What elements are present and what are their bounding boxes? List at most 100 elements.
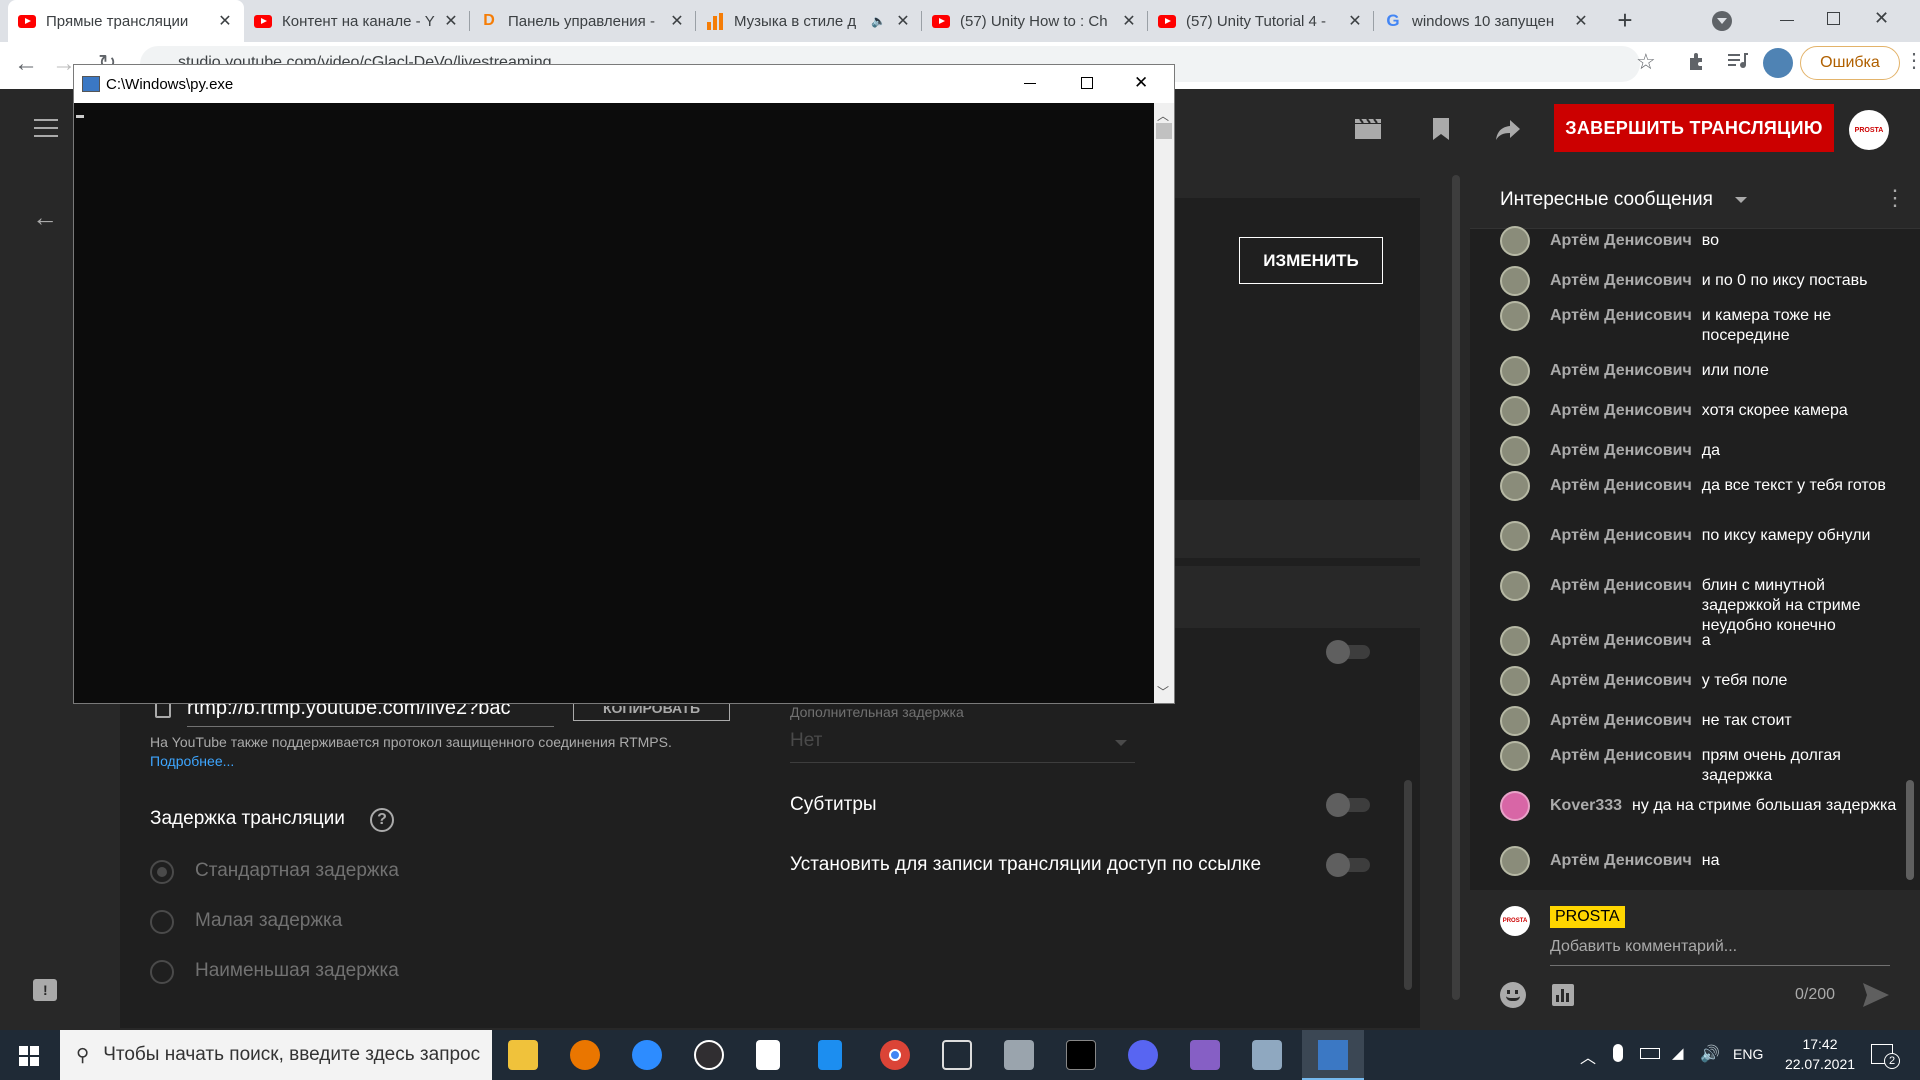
emoji-icon[interactable] xyxy=(1500,982,1526,1008)
tab-search-icon[interactable] xyxy=(1712,11,1732,31)
bookmark-icon[interactable] xyxy=(1432,117,1450,141)
extensions-icon[interactable] xyxy=(1686,50,1708,72)
console-output[interactable] xyxy=(74,103,1154,703)
maximize-icon[interactable] xyxy=(1081,77,1093,89)
key-visibility-icon[interactable] xyxy=(155,702,171,718)
message-author: Артём Денисович xyxy=(1550,362,1692,379)
back-icon[interactable]: ← xyxy=(14,50,38,78)
obs-icon[interactable] xyxy=(694,1040,724,1070)
network-icon[interactable]: ◢ xyxy=(1672,1044,1684,1062)
chat-more-icon[interactable]: ⋮ xyxy=(1884,185,1906,211)
close-tab-icon[interactable]: ✕ xyxy=(442,11,460,31)
volume-icon[interactable]: 🔊 xyxy=(1700,1044,1720,1064)
close-tab-icon[interactable]: ✕ xyxy=(1572,11,1590,31)
chrome-icon[interactable] xyxy=(880,1040,910,1070)
console-window[interactable]: C:\Windows\py.exe ✕ ︿ ﹀ xyxy=(73,64,1175,704)
zoom-icon[interactable] xyxy=(632,1040,662,1070)
message-text: не так стоит xyxy=(1701,712,1792,729)
radio-low-latency[interactable] xyxy=(150,910,174,934)
minimize-icon[interactable] xyxy=(1780,20,1794,21)
close-tab-icon[interactable]: ✕ xyxy=(1120,11,1138,31)
tab-live[interactable]: Прямые трансляции ✕ xyxy=(8,0,244,42)
tray-expand-icon[interactable]: ︿ xyxy=(1580,1044,1596,1068)
language-indicator[interactable]: ENG xyxy=(1733,1046,1763,1062)
close-icon[interactable]: ✕ xyxy=(1134,73,1148,93)
notepad-icon[interactable] xyxy=(818,1040,842,1070)
notification-icon[interactable]: 2 xyxy=(1871,1044,1900,1069)
close-window-icon[interactable]: ✕ xyxy=(1874,8,1889,29)
new-tab-button[interactable]: + xyxy=(1610,6,1640,36)
clock[interactable]: 17:42 22.07.2021 xyxy=(1780,1036,1860,1072)
extra-delay-select[interactable]: Нет xyxy=(790,730,1135,763)
unity-icon[interactable] xyxy=(1066,1040,1096,1070)
comment-input[interactable]: Добавить комментарий... xyxy=(1550,938,1890,966)
profile-avatar[interactable] xyxy=(1763,48,1793,78)
battery-icon[interactable] xyxy=(1640,1048,1660,1059)
help-icon[interactable]: ? xyxy=(370,808,394,832)
feedback-icon[interactable]: ! xyxy=(33,979,57,1001)
page-scrollbar[interactable] xyxy=(1452,175,1460,1000)
tab-title: Музыка в стиле д xyxy=(734,12,857,30)
dvr-toggle[interactable] xyxy=(1326,640,1370,664)
chat-mode-dropdown-icon[interactable] xyxy=(1735,197,1747,203)
back-arrow-icon[interactable]: ← xyxy=(32,202,58,233)
end-stream-button[interactable]: ЗАВЕРШИТЬ ТРАНСЛЯЦИЮ xyxy=(1554,104,1834,152)
chat-message: Артём Денисович да xyxy=(1500,436,1900,466)
discord-icon[interactable] xyxy=(1128,1040,1158,1070)
app-icon[interactable] xyxy=(1004,1040,1034,1070)
console-titlebar[interactable]: C:\Windows\py.exe ✕ xyxy=(74,65,1174,103)
speaker-icon[interactable]: 🔈 xyxy=(871,14,886,28)
visual-studio-icon[interactable] xyxy=(1190,1040,1220,1070)
remote-desktop-icon[interactable] xyxy=(1252,1040,1282,1070)
unlisted-toggle[interactable] xyxy=(1326,853,1370,877)
hamburger-menu-icon[interactable] xyxy=(34,119,58,137)
python-taskbar-item[interactable] xyxy=(1302,1030,1364,1080)
send-icon[interactable] xyxy=(1862,982,1890,1008)
bookmark-star-icon[interactable]: ☆ xyxy=(1636,49,1656,75)
subtitles-toggle[interactable] xyxy=(1326,793,1370,817)
section-divider xyxy=(1175,500,1420,558)
radio-standard-latency[interactable] xyxy=(150,860,174,884)
taskbar-search[interactable]: ⚲ Чтобы начать поиск, введите здесь запр… xyxy=(60,1030,492,1080)
message-text: ну да на стриме большая задержка xyxy=(1632,797,1897,814)
chat-input-panel: PROSTA PROSTA Добавить комментарий... 0/… xyxy=(1470,890,1920,1030)
tab-google[interactable]: G windows 10 запущен ✕ xyxy=(1374,0,1600,42)
profile-error-button[interactable]: Ошибка xyxy=(1800,46,1900,80)
console-scrollbar[interactable]: ︿ ﹀ xyxy=(1154,103,1174,703)
start-icon[interactable] xyxy=(19,1046,39,1066)
tab-title: Панель управления - xyxy=(508,12,655,30)
scroll-down-icon[interactable]: ﹀ xyxy=(1157,683,1169,700)
tab-dashboard[interactable]: D Панель управления - ✕ xyxy=(470,0,696,42)
share-icon[interactable] xyxy=(1495,119,1521,141)
close-tab-icon[interactable]: ✕ xyxy=(668,11,686,31)
media-control-icon[interactable] xyxy=(1726,51,1748,71)
radio-ultra-low-latency[interactable] xyxy=(150,960,174,984)
file-explorer-icon[interactable] xyxy=(508,1040,538,1070)
tab-music[interactable]: Музыка в стиле д 🔈 ✕ xyxy=(696,0,922,42)
change-button[interactable]: ИЗМЕНИТЬ xyxy=(1239,237,1383,284)
close-tab-icon[interactable]: ✕ xyxy=(1346,11,1364,31)
blender-icon[interactable] xyxy=(570,1040,600,1070)
chat-scrollbar[interactable] xyxy=(1906,780,1914,880)
poll-icon[interactable] xyxy=(1552,984,1574,1006)
chrome-menu-icon[interactable]: ⋮ xyxy=(1904,48,1920,73)
avatar xyxy=(1500,436,1530,466)
scroll-thumb[interactable] xyxy=(1156,123,1172,139)
chat-mode-title[interactable]: Интересные сообщения xyxy=(1500,189,1713,211)
restore-icon[interactable] xyxy=(1827,12,1840,25)
close-tab-icon[interactable]: ✕ xyxy=(216,11,234,31)
tab-unity-2[interactable]: (57) Unity Tutorial 4 - ✕ xyxy=(1148,0,1374,42)
channel-avatar[interactable]: PROSTA xyxy=(1849,110,1889,150)
tab-unity-1[interactable]: (57) Unity How to : Ch ✕ xyxy=(922,0,1148,42)
microphone-icon[interactable] xyxy=(1613,1044,1623,1062)
scroll-up-icon[interactable]: ︿ xyxy=(1157,107,1169,124)
tab-content[interactable]: Контент на канале - Y ✕ xyxy=(244,0,470,42)
more-link[interactable]: Подробнее... xyxy=(150,753,234,769)
minimize-icon[interactable] xyxy=(1024,83,1036,84)
chat-message: Артём Денисович хотя скорее камера xyxy=(1500,396,1900,426)
settings-scrollbar[interactable] xyxy=(1404,780,1412,990)
document-icon[interactable] xyxy=(756,1040,780,1070)
close-tab-icon[interactable]: ✕ xyxy=(894,11,912,31)
clapperboard-icon[interactable] xyxy=(1354,118,1382,140)
cube-icon[interactable] xyxy=(942,1040,972,1070)
